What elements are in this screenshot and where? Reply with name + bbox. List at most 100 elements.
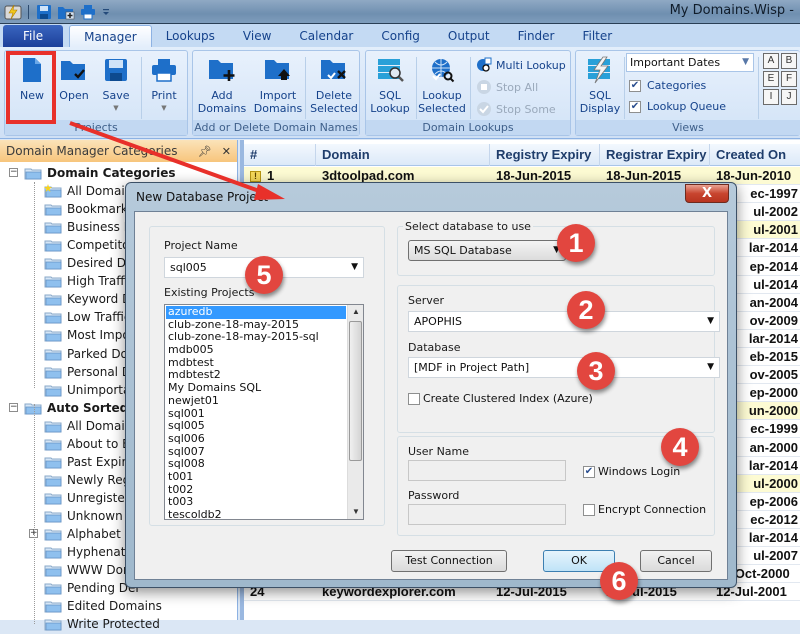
column-header-number[interactable]: # (244, 144, 316, 166)
list-item[interactable]: My Domains SQL (166, 381, 346, 395)
alpha-filter-f[interactable]: F (781, 71, 797, 87)
save-disk-icon (105, 59, 127, 81)
cell-text: ep-2000 (749, 385, 798, 401)
stop-some-button[interactable]: Stop Some (476, 101, 556, 117)
list-item[interactable]: azuredb (166, 305, 346, 319)
tab-config[interactable]: Config (367, 25, 434, 47)
tab-finder[interactable]: Finder (504, 25, 569, 47)
list-item[interactable]: t001 (166, 470, 346, 484)
test-connection-button[interactable]: Test Connection (391, 550, 507, 572)
annotation-badge-1: 1 (557, 224, 595, 262)
encrypt-connection-checkbox[interactable]: Encrypt Connection (583, 503, 706, 516)
app-logo-icon[interactable] (4, 4, 22, 20)
alpha-filter-b[interactable]: B (781, 53, 797, 69)
print-icon[interactable] (79, 4, 97, 20)
windows-login-checkbox[interactable]: ✔ Windows Login (583, 465, 680, 478)
folder-icon (44, 599, 62, 613)
save-icon[interactable] (35, 4, 53, 20)
tab-calendar[interactable]: Calendar (285, 25, 367, 47)
categories-checkbox[interactable]: ✔ Categories (629, 79, 706, 92)
alpha-filter-a[interactable]: A (763, 53, 779, 69)
tree-item[interactable]: High Traffic (44, 272, 134, 290)
column-header-registrar-expiry[interactable]: Registrar Expiry (600, 144, 710, 166)
project-name-value: sql005 (170, 261, 207, 274)
existing-projects-list[interactable]: azuredb club-zone-18-may-2015 club-zone-18… (164, 304, 364, 520)
tab-lookups[interactable]: Lookups (152, 25, 229, 47)
alpha-filter-i[interactable]: I (763, 89, 779, 105)
open-button[interactable]: Open (55, 55, 93, 102)
list-scrollbar[interactable]: ▲ ▼ (347, 305, 363, 519)
print-button[interactable]: Print ▼ (145, 55, 183, 115)
database-combo[interactable]: [MDF in Project Path] ▼ (408, 357, 720, 378)
list-item[interactable]: sql006 (166, 432, 346, 446)
add-label-1: Add (211, 89, 233, 102)
tree-item[interactable]: Competitor (44, 236, 134, 254)
list-item[interactable]: newjet01 (166, 394, 346, 408)
tree-item[interactable]: Edited Domains (44, 597, 162, 615)
collapse-icon[interactable]: − (9, 168, 18, 177)
print-dropdown-icon[interactable]: ▼ (161, 102, 166, 115)
save-dropdown-icon[interactable]: ▼ (113, 102, 118, 115)
folder-icon (44, 365, 62, 379)
tree-item-label: Write Protected (67, 617, 160, 632)
separator (416, 57, 417, 119)
list-item[interactable]: sql005 (166, 419, 346, 433)
scroll-thumb[interactable] (349, 321, 362, 461)
lookup-selected-button[interactable]: Lookup Selected (418, 55, 466, 115)
pin-icon[interactable]: 📌︎ (198, 145, 212, 158)
tree-item[interactable]: Low Traffic (44, 308, 131, 326)
sql-display-button[interactable]: SQL Display (580, 55, 620, 115)
password-input[interactable] (408, 504, 566, 525)
cell-text: ul-2007 (753, 548, 798, 564)
customize-dropdown-icon[interactable] (101, 4, 111, 20)
scroll-up-icon[interactable]: ▲ (348, 305, 363, 319)
tree-item[interactable]: WWW Dom (44, 561, 135, 579)
delete-selected-button[interactable]: Delete Selected (307, 55, 361, 115)
alpha-filter-e[interactable]: E (763, 71, 779, 87)
folder-icon (44, 238, 62, 252)
list-item[interactable]: mdb005 (166, 343, 346, 357)
tab-manager[interactable]: Manager (69, 25, 152, 47)
save-button[interactable]: Save ▼ (99, 55, 133, 115)
list-item[interactable]: tescoldb2 (166, 508, 346, 519)
column-header-created-on[interactable]: Created On (710, 144, 800, 166)
views-select[interactable]: Important Dates ▼ (626, 53, 754, 72)
scroll-down-icon[interactable]: ▼ (348, 505, 363, 519)
list-item[interactable]: t002 (166, 483, 346, 497)
column-header-domain[interactable]: Domain (316, 144, 490, 166)
tree-item[interactable]: Write Protected (44, 615, 160, 633)
multi-lookup-button[interactable]: Multi Lookup (476, 57, 566, 73)
tree-item[interactable]: Most Impor (44, 326, 135, 344)
username-input[interactable] (408, 460, 566, 481)
tab-output[interactable]: Output (434, 25, 504, 47)
database-type-select[interactable]: MS SQL Database ▼ (408, 240, 566, 261)
lookup-queue-checkbox[interactable]: ✔ Lookup Queue (629, 100, 726, 113)
tab-filter[interactable]: Filter (568, 25, 626, 47)
stop-all-button[interactable]: Stop All (476, 79, 538, 95)
tree-item[interactable]: Unknown D (44, 507, 136, 525)
dialog-close-button[interactable]: X (685, 184, 729, 203)
folder-icon (44, 310, 62, 324)
cancel-button[interactable]: Cancel (640, 550, 712, 572)
checkbox-unchecked-icon (408, 392, 420, 405)
collapse-icon[interactable]: − (9, 402, 18, 412)
server-combo[interactable]: APOPHIS ▼ (408, 311, 720, 332)
clustered-index-checkbox[interactable]: Create Clustered Index (Azure) (408, 392, 593, 405)
add-domains-button[interactable]: Add Domains (195, 55, 249, 115)
sql-lookup-button[interactable]: SQL Lookup (370, 55, 410, 115)
tree-item[interactable]: Unimportan (44, 381, 138, 399)
new-folder-icon[interactable] (57, 4, 75, 20)
windows-login-label: Windows Login (598, 465, 681, 478)
cell-text: lar-2014 (748, 457, 798, 473)
list-item[interactable]: sql008 (166, 458, 346, 471)
cell-text: eb-2015 (749, 349, 798, 364)
encrypt-connection-label: Encrypt Connection (598, 503, 707, 516)
column-header-registry-expiry[interactable]: Registry Expiry (490, 144, 600, 166)
tab-file[interactable]: File (3, 25, 64, 47)
alpha-filter-j[interactable]: J (781, 89, 797, 105)
folder-icon (44, 509, 62, 523)
tab-view[interactable]: View (229, 25, 285, 47)
tree-group[interactable]: Domain Categories (24, 164, 176, 182)
close-icon[interactable]: ✕ (222, 145, 231, 158)
import-domains-button[interactable]: Import Domains (251, 55, 305, 115)
